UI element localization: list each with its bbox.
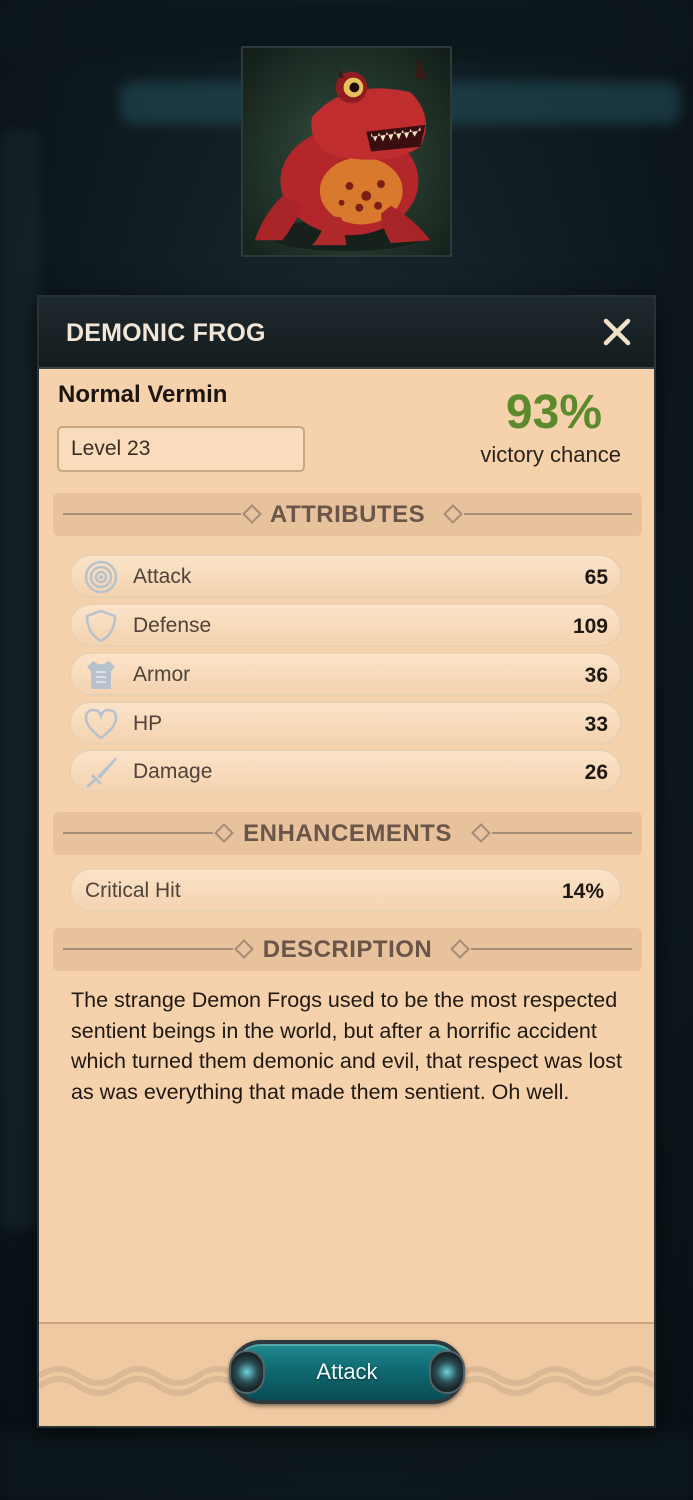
enhancement-row-critical-hit: Critical Hit 14% <box>69 868 622 912</box>
victory-chance-label: victory chance <box>480 442 621 467</box>
attribute-row-defense: Defense 109 <box>69 603 622 647</box>
creature-portrait <box>241 46 452 257</box>
enhancements-section-title: ENHANCEMENTS <box>243 820 452 847</box>
attribute-label: Damage <box>133 760 213 783</box>
dialog-footer: Attack <box>39 1322 654 1426</box>
background-bottom-bar <box>0 1432 693 1500</box>
attribute-value: 33 <box>584 713 608 736</box>
close-button[interactable] <box>598 313 636 351</box>
attributes-section-title: ATTRIBUTES <box>269 501 426 528</box>
enhancement-value: 14% <box>561 880 604 903</box>
heart-icon <box>83 707 119 741</box>
enhancement-label: Critical Hit <box>85 879 181 902</box>
close-icon <box>603 318 631 346</box>
enhancements-section-header: ENHANCEMENTS <box>53 812 642 855</box>
attack-button[interactable]: Attack <box>229 1340 465 1404</box>
background-side-panel <box>0 130 40 1230</box>
attribute-label: Armor <box>133 663 191 686</box>
attribute-row-damage: Damage 26 <box>69 749 622 793</box>
attribute-row-attack: Attack 65 <box>69 554 622 598</box>
creature-level-badge: Level 23 <box>57 426 305 472</box>
attribute-label: HP <box>133 712 163 735</box>
description-section-header: DESCRIPTION <box>53 928 642 971</box>
description-section-title: DESCRIPTION <box>262 936 433 963</box>
creature-type: Normal Vermin <box>58 381 228 408</box>
dialog-title-bar: DEMONIC FROG <box>39 297 654 369</box>
attack-button-label: Attack <box>316 1359 378 1384</box>
attribute-value: 109 <box>572 615 608 638</box>
attribute-label: Attack <box>133 565 192 588</box>
sword-icon <box>83 755 119 789</box>
victory-chance-percent: 93% <box>505 386 602 439</box>
armor-icon <box>83 658 119 692</box>
attribute-value: 65 <box>584 566 608 589</box>
attribute-label: Defense <box>133 614 212 637</box>
attribute-value: 36 <box>584 664 608 687</box>
creature-info-dialog: DEMONIC FROG Normal Vermin Level 23 93% … <box>37 295 656 1428</box>
target-icon <box>83 560 119 594</box>
attribute-row-hp: HP 33 <box>69 701 622 745</box>
shield-icon <box>83 609 119 643</box>
attributes-section-header: ATTRIBUTES <box>53 493 642 536</box>
attribute-row-armor: Armor 36 <box>69 652 622 696</box>
creature-name-title: DEMONIC FROG <box>66 319 266 347</box>
attribute-value: 26 <box>584 761 608 784</box>
creature-description: The strange Demon Frogs used to be the m… <box>71 988 622 1104</box>
